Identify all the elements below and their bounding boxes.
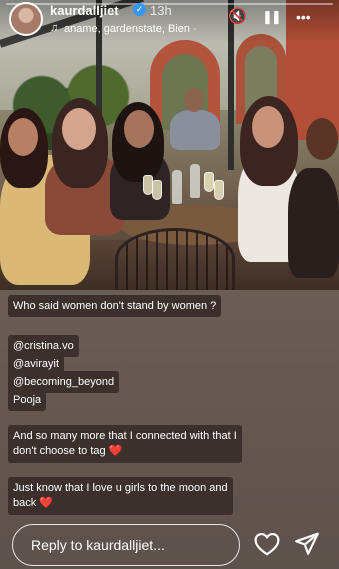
heart-icon[interactable]	[254, 532, 280, 556]
username[interactable]: kaurdalljiet	[50, 3, 119, 18]
more-icon[interactable]: •••	[296, 7, 311, 27]
caption-question: Who said women don't stand by women ?	[8, 295, 222, 317]
music-icon: ♫	[50, 22, 59, 34]
avatar[interactable]	[9, 2, 43, 36]
heart-emoji: ❤️	[39, 497, 54, 509]
caption-love-line-2: back	[13, 497, 37, 509]
story-view[interactable]: kaurdalljiet ✓ 13h ♫ aname, gardenstate,…	[0, 0, 339, 569]
mute-icon[interactable]: 🔇	[228, 7, 247, 27]
send-icon[interactable]	[294, 532, 320, 556]
caption-more-line-2: don't choose to tag	[13, 445, 106, 457]
heart-emoji: ❤️	[108, 445, 123, 457]
caption-more-line-1: And so many more that I connected with t…	[13, 430, 237, 442]
music-label[interactable]: aname, gardenstate, Bien ·	[64, 23, 197, 35]
caption-love-line-1: Just know that I love u girls to the moo…	[13, 482, 228, 494]
verified-icon: ✓	[133, 3, 146, 16]
caption-more: And so many more that I connected with t…	[8, 425, 242, 463]
pause-icon[interactable]: ❚❚	[262, 7, 282, 27]
caption-name-pooja: Pooja	[8, 389, 47, 411]
reply-input[interactable]	[31, 535, 231, 555]
reply-box[interactable]	[12, 524, 240, 566]
caption-love: Just know that I love u girls to the moo…	[8, 477, 233, 515]
story-timestamp: 13h	[150, 3, 172, 18]
